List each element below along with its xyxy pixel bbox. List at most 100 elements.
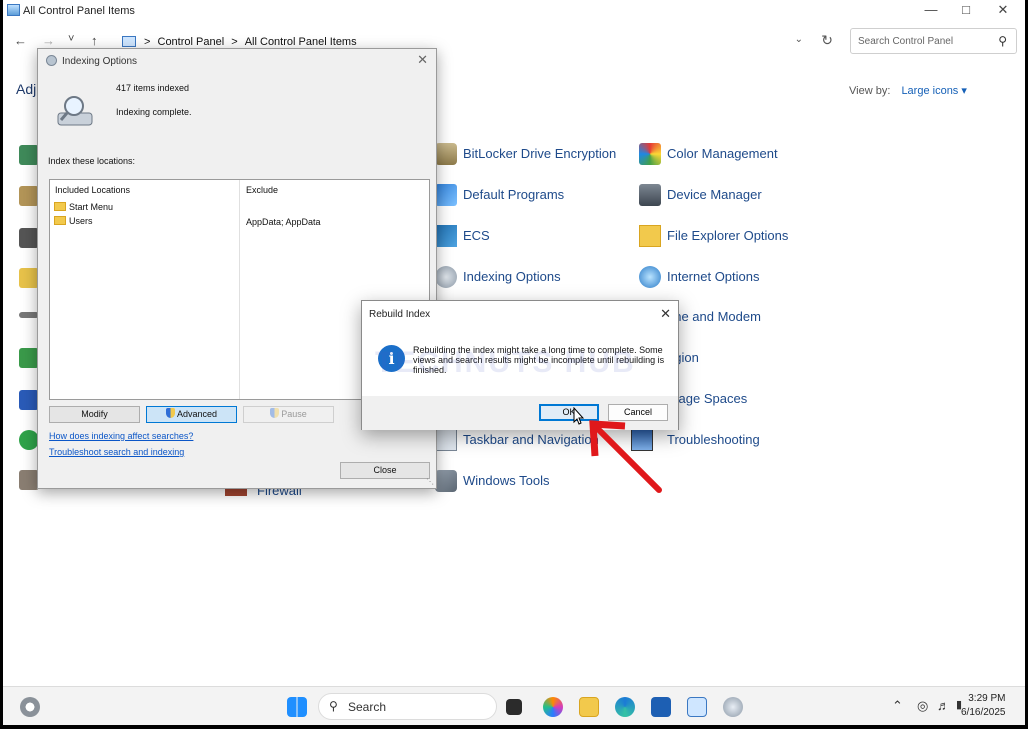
troubleshoot-link[interactable]: Troubleshoot search and indexing bbox=[49, 447, 184, 457]
breadcrumb-separator: > bbox=[231, 36, 238, 48]
forward-button[interactable]: → bbox=[42, 33, 55, 48]
left-column-icon[interactable] bbox=[19, 312, 39, 318]
search-placeholder: Search Control Panel bbox=[858, 36, 954, 47]
taskbar-icon bbox=[435, 429, 457, 451]
globe-icon[interactable]: ◎ bbox=[917, 698, 928, 714]
table-row[interactable]: Start Menu bbox=[54, 202, 113, 212]
pause-label: Pause bbox=[281, 409, 307, 419]
control-panel-icon bbox=[122, 36, 136, 47]
taskbar-search-label: Search bbox=[348, 700, 387, 714]
taskbar: ⚲ Search ⌃ ◎ ♬ ▮ 3:29 PM 6/16/2025 bbox=[3, 686, 1025, 725]
rebuild-close-icon[interactable]: ✕ bbox=[660, 306, 671, 322]
indexing-help-link[interactable]: How does indexing affect searches? bbox=[49, 431, 193, 441]
index-locations-label: Index these locations: bbox=[48, 156, 136, 166]
desktop-screen: All Control Panel Items — □ ✕ ← → ˅ ↑ > … bbox=[3, 0, 1025, 725]
search-input[interactable]: Search Control Panel ⚲ bbox=[850, 28, 1017, 54]
breadcrumb-all-items[interactable]: All Control Panel Items bbox=[245, 36, 357, 48]
search-icon[interactable]: ⚲ bbox=[998, 34, 1007, 48]
view-by-label: View by: bbox=[849, 85, 891, 97]
control-panel-taskbar-icon[interactable] bbox=[687, 697, 707, 717]
cp-item-label: Internet Options bbox=[667, 269, 760, 284]
indexing-taskbar-icon[interactable] bbox=[723, 697, 743, 717]
view-by-dropdown[interactable]: Large icons ▾ bbox=[901, 85, 966, 97]
chevron-down-icon[interactable]: ⌄ bbox=[795, 34, 803, 45]
cp-item-label: BitLocker Drive Encryption bbox=[463, 146, 617, 161]
left-column-icon[interactable] bbox=[19, 228, 39, 248]
page-heading: Adj bbox=[16, 81, 37, 97]
up-button[interactable]: ↑ bbox=[91, 33, 98, 48]
resize-grip-icon[interactable]: ⋱ bbox=[426, 477, 434, 486]
edge-icon[interactable] bbox=[615, 697, 635, 717]
device-manager-icon bbox=[639, 184, 661, 206]
maximize-button[interactable]: □ bbox=[951, 2, 981, 17]
default-programs-icon bbox=[435, 184, 457, 206]
color-management-icon bbox=[639, 143, 661, 165]
items-indexed-count: 417 items indexed bbox=[116, 83, 190, 93]
left-column-icon[interactable] bbox=[19, 268, 39, 288]
breadcrumb-control-panel[interactable]: Control Panel bbox=[158, 36, 225, 48]
widgets-icon[interactable] bbox=[20, 697, 40, 717]
indexing-icon bbox=[435, 266, 457, 288]
cp-item-label: Default Programs bbox=[463, 187, 565, 202]
indexing-title-icon bbox=[46, 55, 57, 66]
exclude-header[interactable]: Exclude bbox=[246, 185, 278, 195]
cp-item-label: one and Modem bbox=[667, 309, 761, 324]
folder-icon bbox=[54, 202, 66, 211]
refresh-icon[interactable]: ↻ bbox=[821, 32, 833, 49]
shield-icon bbox=[165, 408, 175, 418]
magnifier-drive-icon bbox=[57, 96, 93, 126]
breadcrumb-separator: > bbox=[144, 36, 151, 48]
modify-button[interactable]: Modify bbox=[49, 406, 140, 423]
clock-date: 6/16/2025 bbox=[961, 707, 1006, 718]
recent-locations-button[interactable]: ˅ bbox=[68, 33, 74, 45]
internet-options-icon bbox=[639, 266, 661, 288]
cp-item-label: ECS bbox=[463, 228, 490, 243]
close-window-button[interactable]: ✕ bbox=[988, 2, 1018, 18]
view-by: View by: Large icons ▾ bbox=[849, 84, 967, 97]
left-column-icon[interactable] bbox=[19, 186, 39, 206]
cp-item-label: Windows Tools bbox=[463, 473, 550, 488]
indexing-dialog-title: Indexing Options bbox=[62, 56, 138, 67]
included-column bbox=[50, 180, 240, 399]
store-icon[interactable] bbox=[651, 697, 671, 717]
left-column-icon[interactable] bbox=[19, 390, 39, 410]
minimize-button[interactable]: — bbox=[916, 2, 946, 17]
cp-item-label: Troubleshooting bbox=[667, 432, 760, 447]
left-column-icon[interactable] bbox=[19, 470, 39, 490]
rebuild-dialog-title: Rebuild Index bbox=[369, 309, 431, 320]
table-row[interactable]: Users bbox=[54, 216, 93, 226]
indexing-close-icon[interactable]: ✕ bbox=[417, 52, 428, 68]
window-title: All Control Panel Items bbox=[23, 5, 135, 17]
ecs-icon bbox=[435, 225, 457, 247]
red-arrow-annotation-icon bbox=[589, 420, 662, 493]
control-panel-titlebar: All Control Panel Items — □ ✕ bbox=[3, 0, 1025, 24]
task-view-icon[interactable] bbox=[506, 699, 522, 715]
file-explorer-options-icon bbox=[639, 225, 661, 247]
included-locations-header[interactable]: Included Locations bbox=[55, 185, 130, 195]
back-button[interactable]: ← bbox=[14, 33, 27, 48]
chevron-up-icon[interactable]: ⌃ bbox=[892, 698, 903, 714]
shield-icon bbox=[270, 408, 280, 418]
folder-icon bbox=[54, 216, 66, 225]
file-explorer-icon[interactable] bbox=[579, 697, 599, 717]
cp-item-label: orage Spaces bbox=[667, 391, 748, 406]
advanced-label: Advanced bbox=[176, 409, 218, 419]
advanced-button[interactable]: Advanced bbox=[146, 406, 237, 423]
windows-tools-icon bbox=[435, 470, 457, 492]
copilot-icon[interactable] bbox=[543, 697, 563, 717]
pause-button[interactable]: Pause bbox=[243, 406, 334, 423]
close-button[interactable]: Close bbox=[340, 462, 430, 479]
clock-time: 3:29 PM bbox=[968, 693, 1006, 704]
clock[interactable]: 3:29 PM 6/16/2025 bbox=[961, 692, 1006, 720]
search-icon: ⚲ bbox=[329, 699, 338, 713]
left-column-icon[interactable] bbox=[19, 145, 39, 165]
exclude-value: AppData; AppData bbox=[246, 217, 321, 227]
taskbar-search[interactable]: ⚲ Search bbox=[318, 693, 497, 720]
watermark: TECHNUTS HUB bbox=[375, 346, 636, 379]
start-icon[interactable] bbox=[287, 697, 307, 717]
speaker-icon[interactable]: ♬ bbox=[937, 698, 950, 713]
left-column-icon[interactable] bbox=[19, 348, 39, 368]
cp-item-label: Color Management bbox=[667, 146, 778, 161]
cp-item-label: Device Manager bbox=[667, 187, 762, 202]
left-column-icon[interactable] bbox=[19, 430, 39, 450]
